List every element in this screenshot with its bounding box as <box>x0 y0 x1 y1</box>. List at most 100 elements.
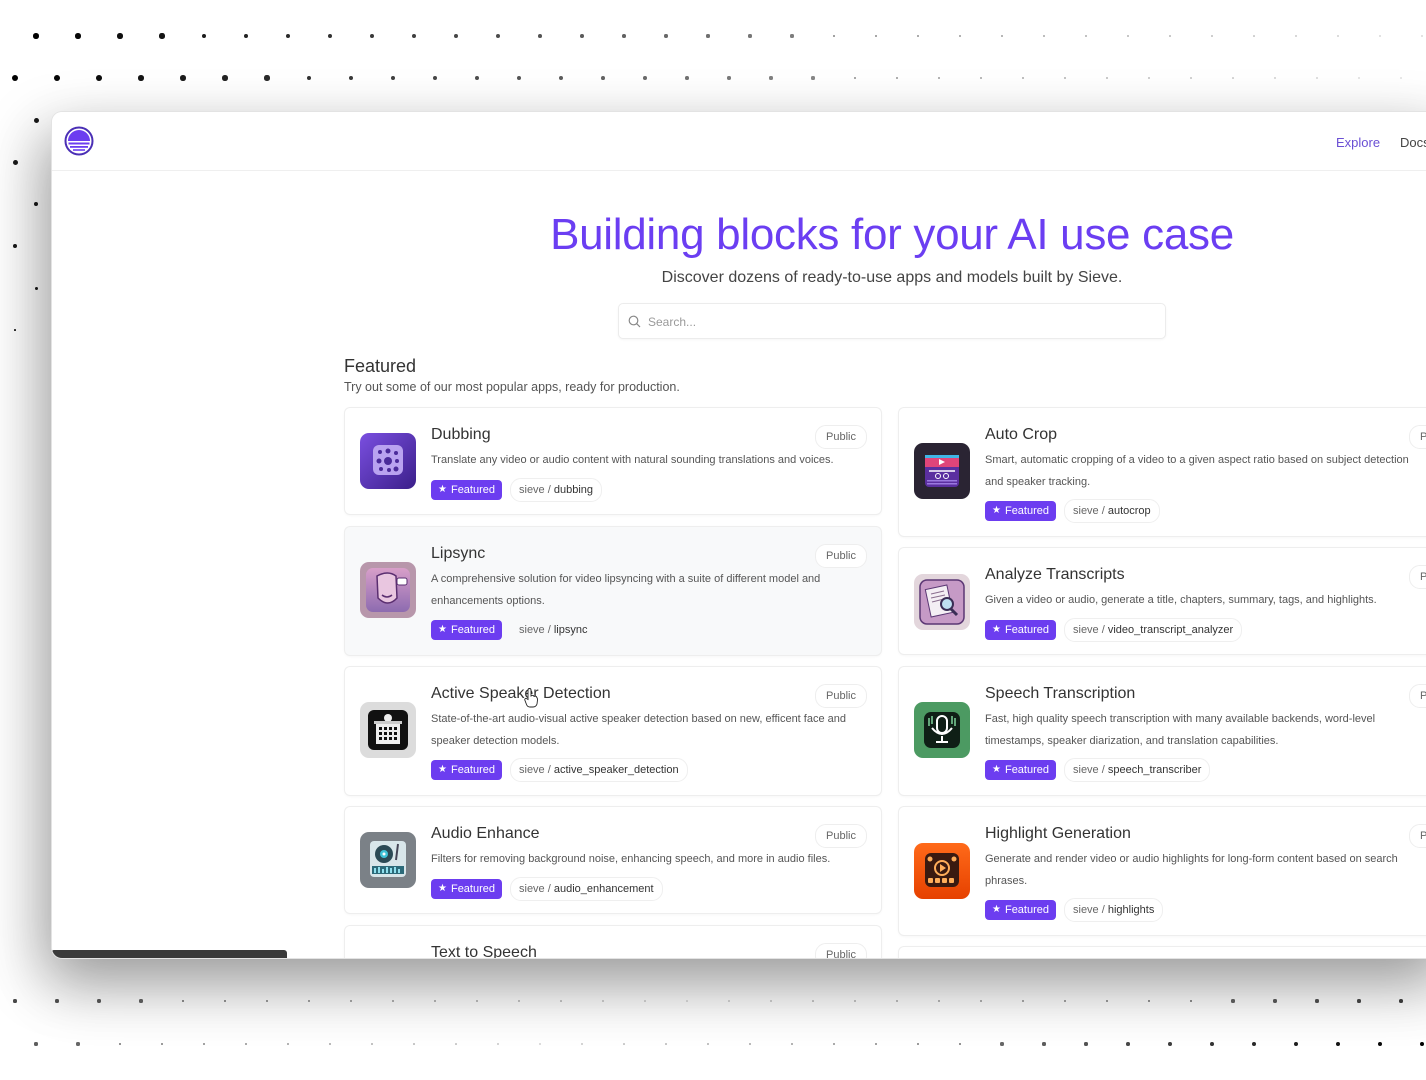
app-slug[interactable]: sieve / active_speaker_detection <box>510 758 688 782</box>
app-title[interactable]: Highlight Generation <box>985 825 1131 843</box>
background-dot <box>601 76 605 80</box>
app-title[interactable]: Lipsync <box>431 545 485 563</box>
background-dot <box>539 1043 541 1045</box>
app-slug[interactable]: sieve / speech_transcriber <box>1064 758 1211 782</box>
background-dot <box>685 76 689 80</box>
background-dot <box>706 34 710 38</box>
background-dot <box>1000 1042 1004 1046</box>
app-title[interactable]: Text to Speech <box>431 944 537 958</box>
search-box[interactable] <box>618 303 1166 340</box>
background-dot <box>181 999 185 1003</box>
background-dot <box>75 33 81 39</box>
background-dot <box>812 1000 814 1002</box>
background-dot <box>243 33 249 39</box>
background-dot <box>96 75 102 81</box>
background-dot <box>201 33 207 39</box>
app-title[interactable]: Active Speaker Detection <box>431 685 611 703</box>
background-dot <box>328 1042 332 1046</box>
app-slug[interactable]: sieve / lipsync <box>510 618 596 642</box>
background-dot <box>1293 1041 1299 1047</box>
background-dot <box>265 999 269 1003</box>
background-dot <box>1274 77 1276 79</box>
app-card-auto-crop[interactable]: Auto Crop Public Smart, automatic croppi… <box>898 407 1426 537</box>
autocrop-icon <box>914 443 970 499</box>
nav-explore[interactable]: Explore <box>1336 135 1380 150</box>
app-card-analyze-transcripts[interactable]: Analyze Transcripts Public Given a video… <box>898 547 1426 655</box>
background-dot <box>832 34 836 38</box>
background-dot <box>327 33 333 39</box>
background-dot <box>1105 999 1109 1003</box>
background-dot <box>12 75 18 81</box>
featured-badge: ★ Featured <box>985 900 1056 920</box>
background-dot <box>118 1042 122 1046</box>
search-input[interactable] <box>646 304 1150 340</box>
app-card-text-to-speech[interactable]: Text to Speech Public <box>344 925 882 958</box>
app-card-audio-enhance[interactable]: Audio Enhance Public Filters for removin… <box>344 806 882 914</box>
background-dot <box>1252 1042 1256 1046</box>
app-slug[interactable]: sieve / video_transcript_analyzer <box>1064 618 1243 642</box>
background-dot <box>644 1000 646 1002</box>
app-title[interactable]: Auto Crop <box>985 426 1057 444</box>
background-dot <box>728 1000 730 1002</box>
background-dot <box>286 1042 290 1046</box>
background-dot <box>1231 999 1235 1003</box>
background-dot <box>1253 35 1255 37</box>
background-dot <box>97 999 101 1003</box>
nav-docs[interactable]: Docs <box>1400 135 1426 150</box>
app-card-dubbing[interactable]: Dubbing Public Translate any video or au… <box>344 407 882 515</box>
highlights-icon <box>914 843 970 899</box>
background-dot <box>391 999 395 1003</box>
app-card-speech-transcription[interactable]: Speech Transcription Public Fast, high q… <box>898 666 1426 796</box>
background-dot <box>958 1042 962 1046</box>
app-title[interactable]: Audio Enhance <box>431 825 540 843</box>
app-slug[interactable]: sieve / autocrop <box>1064 499 1160 523</box>
visibility-badge: Public <box>1409 565 1426 589</box>
app-title[interactable]: Analyze Transcripts <box>985 566 1125 584</box>
background-dot <box>1168 1042 1172 1046</box>
background-dot <box>1210 1042 1214 1046</box>
background-dot <box>748 1042 752 1046</box>
horizontal-scrollbar[interactable] <box>52 950 287 958</box>
background-dot <box>1063 76 1067 80</box>
app-description: Translate any video or audio content wit… <box>431 454 834 466</box>
sieve-logo-icon[interactable] <box>64 126 94 156</box>
audio-enhance-icon <box>360 832 416 888</box>
app-description: Fast, high quality speech transcription … <box>985 713 1376 747</box>
app-slug[interactable]: sieve / highlights <box>1064 898 1164 922</box>
background-dot <box>1337 35 1339 37</box>
background-dot <box>560 1000 562 1002</box>
background-dot <box>33 201 39 207</box>
browser-window: Explore Docs Building blocks for your AI… <box>52 112 1426 958</box>
app-title[interactable]: Dubbing <box>431 426 491 444</box>
app-card-lipsync[interactable]: Lipsync Public A comprehensive solution … <box>344 526 882 656</box>
search-icon <box>628 315 641 328</box>
background-dot <box>13 999 17 1003</box>
background-dot <box>623 1043 625 1045</box>
background-dot <box>138 75 144 81</box>
app-slug[interactable]: sieve / dubbing <box>510 478 603 502</box>
background-dot <box>665 1043 667 1045</box>
background-dot <box>55 999 59 1003</box>
app-title[interactable]: Speech Transcription <box>985 685 1135 703</box>
background-dot <box>474 75 480 81</box>
background-dot <box>159 33 165 39</box>
app-slug[interactable]: sieve / audio_enhancement <box>510 877 663 901</box>
background-dot <box>538 34 542 38</box>
background-dot <box>222 75 228 81</box>
background-dot <box>1021 999 1025 1003</box>
background-dot <box>1273 999 1277 1003</box>
background-dot <box>1105 76 1109 80</box>
background-dot <box>602 1000 604 1002</box>
background-dot <box>160 1042 164 1046</box>
app-badges: ★ Featured sieve / autocrop <box>985 499 1160 523</box>
background-dot <box>1190 77 1192 79</box>
background-dot <box>916 1042 920 1046</box>
background-dot <box>180 75 186 81</box>
background-dot <box>707 1043 709 1045</box>
app-card-highlight-generation[interactable]: Highlight Generation Public Generate and… <box>898 806 1426 936</box>
app-card-partial[interactable] <box>898 946 1426 958</box>
background-dot <box>371 1043 373 1045</box>
background-dot <box>1147 999 1151 1003</box>
app-card-active-speaker-detection[interactable]: Active Speaker Detection Public State-of… <box>344 666 882 796</box>
background-dot <box>349 999 353 1003</box>
